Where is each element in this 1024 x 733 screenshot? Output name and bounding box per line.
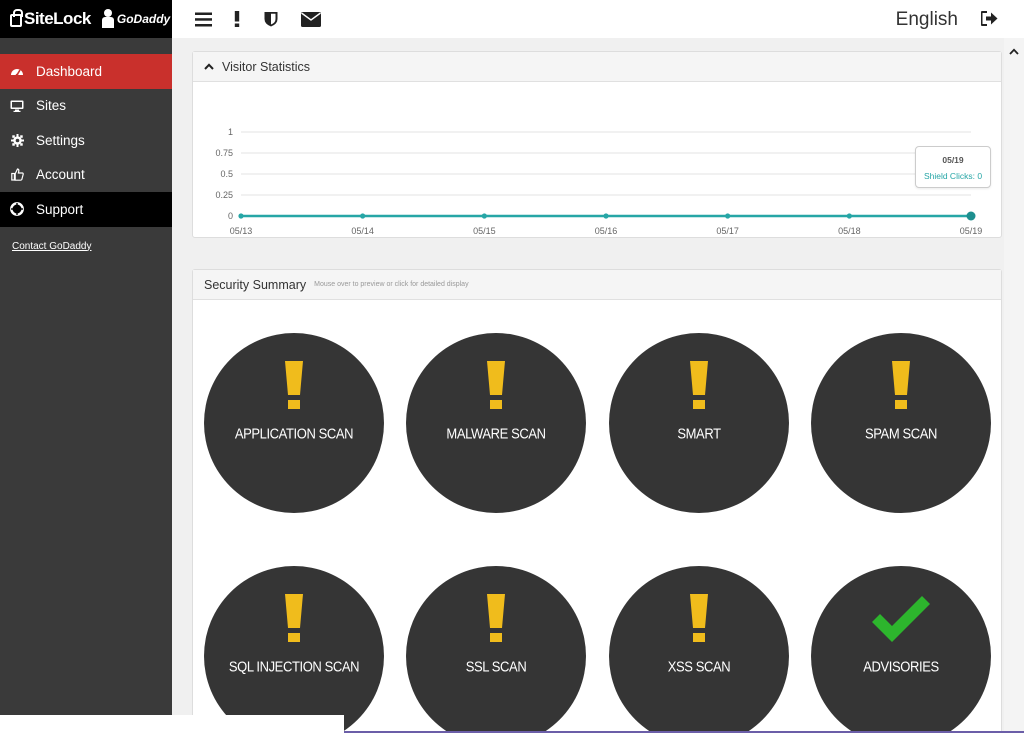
sidebar-item-label: Sites bbox=[36, 98, 67, 114]
sidebar-item-label: Settings bbox=[36, 132, 85, 148]
godaddy-guy-icon bbox=[101, 9, 115, 29]
sidebar-item-dashboard[interactable]: Dashboard bbox=[0, 54, 172, 89]
language-selector[interactable]: English bbox=[896, 9, 958, 31]
logout-icon[interactable] bbox=[980, 11, 998, 31]
tooltip-date: 05/19 bbox=[942, 155, 964, 165]
monitor-icon bbox=[10, 99, 24, 113]
bottom-strip bbox=[0, 715, 344, 733]
x-tick-label: 05/13 bbox=[230, 226, 253, 236]
scan-circle-spam[interactable]: SPAM SCAN bbox=[811, 333, 991, 513]
chart-gridlines bbox=[241, 131, 971, 217]
lifebuoy-icon bbox=[10, 202, 24, 217]
x-tick-label: 05/19 bbox=[960, 226, 983, 236]
shield-icon[interactable] bbox=[264, 10, 278, 28]
scan-label: APPLICATION SCAN bbox=[234, 425, 354, 442]
scan-label: SSL SCAN bbox=[465, 658, 527, 675]
scan-circle-application[interactable]: APPLICATION SCAN bbox=[204, 333, 384, 513]
sidebar-item-label: Account bbox=[36, 167, 85, 183]
chart-tooltip: 05/19 Shield Clicks: 0 bbox=[915, 146, 991, 188]
godaddy-logo-text: GoDaddy bbox=[116, 12, 171, 26]
sidebar-nav: Dashboard Sites Settings Account Support… bbox=[0, 54, 172, 252]
sidebar-item-settings[interactable]: Settings bbox=[0, 123, 172, 158]
warning-icon bbox=[689, 594, 709, 647]
y-tick-label: 0 bbox=[228, 211, 233, 221]
visitor-statistics-header[interactable]: Visitor Statistics bbox=[193, 52, 1001, 82]
data-point[interactable] bbox=[846, 213, 852, 219]
menu-icon[interactable] bbox=[195, 10, 212, 28]
sidebar-item-sites[interactable]: Sites bbox=[0, 89, 172, 124]
scan-circle-xss[interactable]: XSS SCAN bbox=[609, 566, 789, 733]
warning-icon bbox=[486, 594, 506, 647]
y-tick-label: 0.25 bbox=[215, 190, 233, 200]
sidebar-item-account[interactable]: Account bbox=[0, 158, 172, 193]
data-point[interactable] bbox=[360, 213, 366, 219]
x-tick-label: 05/15 bbox=[473, 226, 496, 236]
scrollbar[interactable] bbox=[1004, 38, 1024, 733]
chart-y-axis: 1 0.75 0.5 0.25 0 bbox=[215, 127, 233, 221]
scan-label: XSS SCAN bbox=[667, 658, 731, 675]
scan-label: SPAM SCAN bbox=[864, 425, 937, 442]
scan-circle-malware[interactable]: MALWARE SCAN bbox=[406, 333, 586, 513]
visitor-line-chart: 10.750.50.250 05/13 05/14 05/15 05/16 05/17 0… bbox=[215, 127, 983, 236]
sidebar-item-support[interactable]: Support bbox=[0, 192, 172, 227]
x-tick-label: 05/14 bbox=[351, 226, 374, 236]
data-point[interactable] bbox=[725, 213, 731, 219]
chevron-up-icon bbox=[204, 63, 214, 70]
security-summary-panel: Security Summary Mouse over to preview o… bbox=[192, 269, 1002, 733]
scan-label: SMART bbox=[677, 425, 721, 442]
security-summary-hint: Mouse over to preview or click for detai… bbox=[314, 281, 469, 288]
lock-icon bbox=[10, 8, 23, 27]
scan-circle-smart[interactable]: SMART bbox=[609, 333, 789, 513]
data-point[interactable] bbox=[603, 213, 609, 219]
scan-circle-sql-injection[interactable]: SQL INJECTION SCAN bbox=[204, 566, 384, 733]
logo-bar: SiteLock GoDaddy bbox=[0, 0, 172, 38]
y-tick-label: 0.75 bbox=[215, 148, 233, 158]
alert-icon[interactable] bbox=[234, 10, 240, 28]
data-point[interactable] bbox=[238, 213, 244, 219]
data-point[interactable] bbox=[966, 211, 976, 221]
warning-icon bbox=[284, 594, 304, 647]
gear-icon bbox=[10, 133, 24, 147]
sidebar-item-label: Dashboard bbox=[36, 63, 103, 79]
thumbs-up-icon bbox=[10, 168, 24, 182]
dashboard-icon bbox=[10, 64, 24, 78]
warning-icon bbox=[486, 361, 506, 414]
chart-x-axis: 05/13 05/14 05/15 05/16 05/17 05/18 05/19 bbox=[230, 226, 983, 236]
visitor-statistics-panel: Visitor Statistics 1 0.75 0.5 0.25 0 05/13 05… bbox=[192, 51, 1002, 238]
sidebar: SiteLock GoDaddy Dashboard Sites Setting… bbox=[0, 0, 172, 715]
tooltip-value: Shield Clicks: 0 bbox=[923, 171, 983, 181]
contact-godaddy-link[interactable]: Contact GoDaddy bbox=[0, 241, 172, 252]
security-summary-title: Security Summary bbox=[204, 277, 307, 292]
app: SiteLock GoDaddy Dashboard Sites Setting… bbox=[0, 0, 1024, 733]
scan-circle-ssl[interactable]: SSL SCAN bbox=[406, 566, 586, 733]
y-tick-label: 0.5 bbox=[220, 169, 233, 179]
x-tick-label: 05/17 bbox=[716, 226, 739, 236]
warning-icon bbox=[891, 361, 911, 414]
x-tick-label: 05/18 bbox=[838, 226, 861, 236]
sitelock-logo-text: SiteLock bbox=[24, 9, 91, 28]
sitelock-logo[interactable]: SiteLock bbox=[10, 8, 91, 29]
envelope-icon[interactable] bbox=[301, 10, 321, 28]
godaddy-logo[interactable]: GoDaddy bbox=[101, 9, 170, 29]
chart-series bbox=[238, 211, 976, 221]
visitor-statistics-title: Visitor Statistics bbox=[222, 59, 310, 74]
main-content: Visitor Statistics 1 0.75 0.5 0.25 0 05/13 05… bbox=[172, 38, 1004, 733]
scan-label: ADVISORIES bbox=[863, 658, 939, 675]
scan-label: MALWARE SCAN bbox=[446, 425, 546, 442]
warning-icon bbox=[689, 361, 709, 414]
data-point[interactable] bbox=[481, 213, 487, 219]
scroll-up-arrow-icon[interactable] bbox=[1009, 42, 1019, 60]
topbar: English bbox=[172, 0, 1024, 38]
checkmark-icon bbox=[870, 596, 932, 649]
security-summary-header: Security Summary Mouse over to preview o… bbox=[193, 270, 1001, 300]
scan-label: SQL INJECTION SCAN bbox=[228, 658, 360, 675]
y-tick-label: 1 bbox=[228, 127, 233, 137]
x-tick-label: 05/16 bbox=[595, 226, 618, 236]
warning-icon bbox=[284, 361, 304, 414]
scan-circle-advisories[interactable]: ADVISORIES bbox=[811, 566, 991, 733]
sidebar-item-label: Support bbox=[36, 201, 84, 217]
